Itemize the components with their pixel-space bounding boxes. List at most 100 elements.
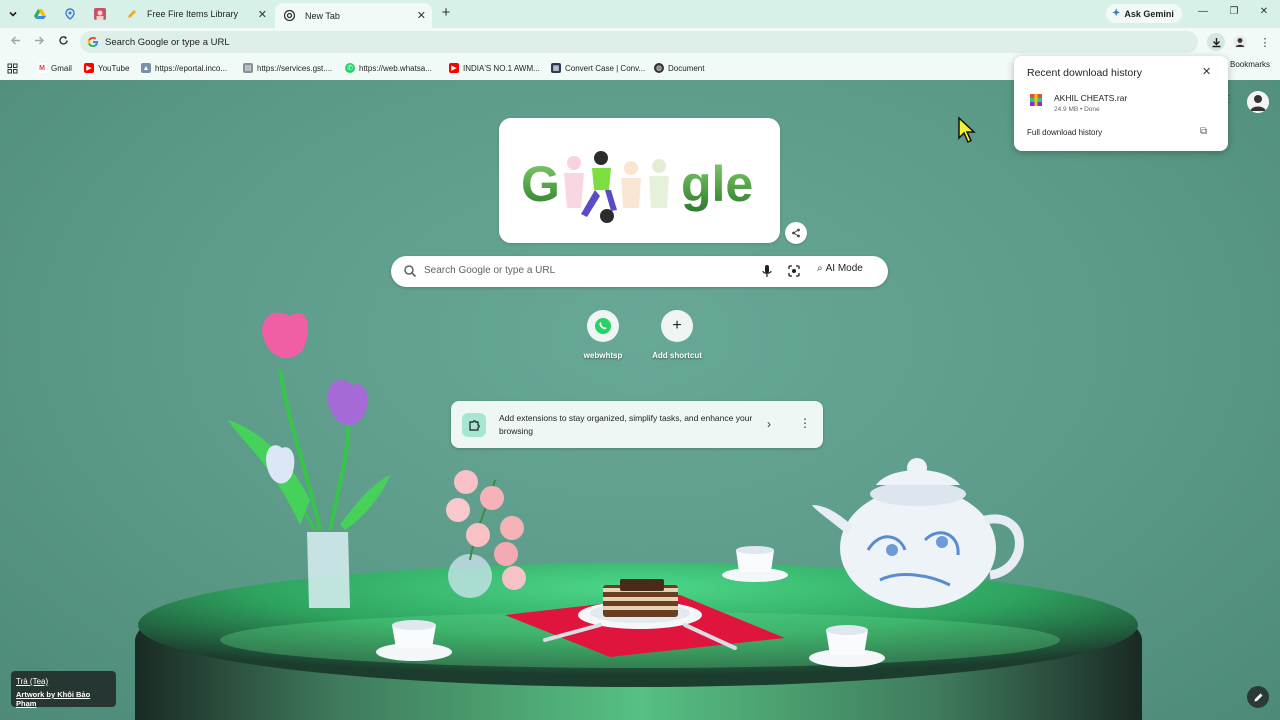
- bookmark-label: INDIA'S NO.1 AWM...: [463, 63, 540, 73]
- back-button[interactable]: [7, 34, 23, 50]
- gemini-spark-icon: ✦: [1112, 8, 1121, 19]
- bookmark-youtube[interactable]: ▶ YouTube: [84, 60, 129, 76]
- site-icon: ▲: [141, 63, 151, 73]
- close-icon[interactable]: ✕: [1202, 65, 1211, 78]
- youtube-icon: ▶: [84, 63, 94, 73]
- arrow-right-icon: [34, 36, 44, 45]
- shortcut-webwhtsp[interactable]: webwhtsp: [567, 310, 639, 360]
- bookmark-document[interactable]: ◍ Document: [654, 60, 704, 76]
- profile-image-icon: [94, 8, 106, 20]
- google-lens-icon[interactable]: [787, 264, 801, 278]
- close-tab-icon[interactable]: ✕: [258, 8, 267, 21]
- more-vert-icon[interactable]: ⋮: [1224, 94, 1234, 105]
- ai-mode-label: AI Mode: [825, 263, 863, 274]
- tab-free-fire[interactable]: Free Fire Items Library ✕: [117, 2, 273, 26]
- bookmark-whatsapp[interactable]: ✆ https://web.whatsa...: [345, 60, 432, 76]
- bookmark-label: Document: [668, 63, 705, 73]
- tab-new-tab[interactable]: New Tab ✕: [275, 3, 432, 28]
- share-doodle-button[interactable]: [785, 222, 807, 244]
- mouse-cursor-icon: [958, 116, 976, 144]
- bookmark-eportal[interactable]: ▲ https://eportal.inco...: [141, 60, 227, 76]
- microphone-icon[interactable]: [761, 264, 773, 278]
- customize-chrome-button[interactable]: [1247, 686, 1269, 708]
- chrome-menu-button[interactable]: ⋮: [1256, 33, 1274, 51]
- more-vert-icon: ⋮: [1259, 36, 1271, 49]
- all-bookmarks-button[interactable]: l Bookmarks: [1226, 60, 1270, 69]
- new-tab-button[interactable]: +: [438, 5, 454, 21]
- tab-title: New Tab: [305, 10, 340, 21]
- forward-button[interactable]: [31, 34, 47, 50]
- google-drive-icon: [34, 9, 46, 19]
- ai-mode-button[interactable]: ⌕ AI Mode: [817, 263, 863, 274]
- google-doodle[interactable]: G gle: [499, 118, 780, 243]
- omnibox-placeholder: Search Google or type a URL: [105, 36, 230, 48]
- apps-button[interactable]: [7, 60, 18, 76]
- popup-title: Recent download history: [1027, 67, 1142, 79]
- download-file-name[interactable]: AKHIL CHEATS.rar: [1054, 93, 1127, 103]
- more-vert-icon[interactable]: ⋮: [799, 416, 811, 430]
- football-doodle-image: G gle: [521, 151, 753, 223]
- close-tab-icon[interactable]: ✕: [417, 9, 426, 22]
- chevron-right-icon[interactable]: ›: [767, 417, 771, 431]
- shortcut-tile: [587, 310, 619, 342]
- bookmark-gmail[interactable]: M Gmail: [37, 60, 72, 76]
- pencil-icon: [1254, 693, 1262, 701]
- tab-title: Free Fire Items Library: [147, 9, 239, 19]
- downloads-button[interactable]: [1207, 33, 1225, 51]
- extensions-promo-text: Add extensions to stay organized, simpli…: [499, 413, 753, 436]
- download-icon: [1212, 37, 1220, 47]
- bookmark-label: Gmail: [51, 63, 72, 73]
- google-g-icon: [87, 37, 98, 47]
- artwork-title[interactable]: Trà (Tea): [16, 677, 111, 686]
- minimize-button[interactable]: —: [1195, 6, 1211, 17]
- ask-gemini-label: Ask Gemini: [1124, 8, 1174, 19]
- apps-grid-icon: [7, 63, 18, 73]
- tab-search-button[interactable]: [4, 5, 22, 23]
- ai-search-icon: ⌕: [817, 263, 823, 274]
- pinned-tab-drive[interactable]: [31, 5, 49, 23]
- pinned-tab-location[interactable]: [61, 5, 79, 23]
- bookmark-label: https://web.whatsa...: [359, 63, 432, 73]
- location-pin-icon: [65, 8, 75, 20]
- search-icon: [404, 265, 417, 278]
- artwork-credit[interactable]: Trà (Tea) Artwork by Khôi Bảo Phạm: [11, 671, 116, 708]
- arrow-left-icon: [10, 36, 20, 45]
- shortcut-label: Add shortcut: [652, 351, 702, 360]
- add-shortcut-button[interactable]: + Add shortcut: [641, 310, 713, 360]
- bookmark-label: Convert Case | Conv...: [565, 63, 646, 73]
- plus-icon: +: [672, 317, 682, 334]
- omnibox[interactable]: Search Google or type a URL: [80, 31, 1198, 53]
- shortcut-tile: +: [661, 310, 693, 342]
- profile-button[interactable]: [1231, 33, 1249, 51]
- full-download-history-link[interactable]: Full download history: [1027, 128, 1102, 137]
- extensions-promo-card[interactable]: Add extensions to stay organized, simpli…: [451, 401, 823, 448]
- youtube-icon: ▶: [449, 63, 459, 73]
- bookmark-india-awm[interactable]: ▶ INDIA'S NO.1 AWM...: [449, 60, 540, 76]
- bookmark-label: YouTube: [98, 63, 130, 73]
- pinned-tab-profile[interactable]: [91, 5, 109, 23]
- close-window-button[interactable]: ✕: [1256, 6, 1272, 17]
- gmail-icon: M: [37, 63, 47, 73]
- svg-text:G: G: [521, 156, 560, 212]
- open-external-icon[interactable]: ⧉: [1200, 126, 1207, 137]
- shortcut-label: webwhtsp: [583, 351, 623, 360]
- bookmark-label: https://eportal.inco...: [155, 63, 228, 73]
- avatar-icon: [1247, 91, 1269, 113]
- site-icon: ▤: [243, 63, 253, 73]
- browser-toolbar: Search Google or type a URL ⋮: [0, 28, 1280, 56]
- globe-icon: ◍: [654, 63, 664, 73]
- rar-file-icon: [1030, 94, 1042, 106]
- bookmark-gst[interactable]: ▤ https://services.gst....: [243, 60, 332, 76]
- site-icon: ▦: [551, 63, 561, 73]
- avatar-icon: [1233, 35, 1247, 49]
- reload-button[interactable]: [55, 34, 71, 50]
- pencil-favicon-icon: [125, 8, 137, 20]
- artwork-artist[interactable]: Artwork by Khôi Bảo Phạm: [16, 690, 111, 708]
- search-placeholder: Search Google or type a URL: [424, 265, 556, 276]
- ask-gemini-button[interactable]: ✦ Ask Gemini: [1106, 4, 1182, 23]
- account-avatar[interactable]: [1247, 91, 1269, 113]
- bookmark-convert-case[interactable]: ▦ Convert Case | Conv...: [551, 60, 645, 76]
- search-box[interactable]: Search Google or type a URL ⌕ AI Mode: [391, 256, 888, 287]
- share-icon: [792, 228, 800, 238]
- restore-button[interactable]: ❐: [1226, 6, 1242, 17]
